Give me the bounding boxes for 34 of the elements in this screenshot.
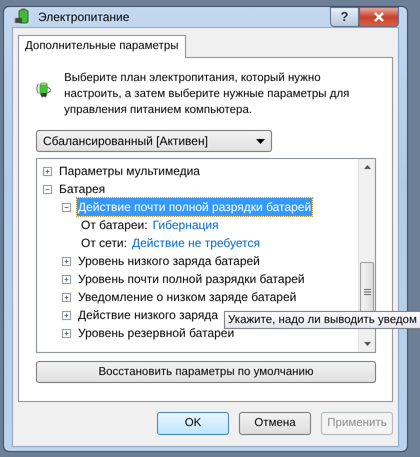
dropdown-arrow-icon [256, 138, 265, 144]
expand-icon[interactable] [62, 310, 71, 320]
setting-label: От сети: [81, 235, 127, 252]
dialog-button[interactable]: OK [157, 412, 229, 436]
window-title: Электропитание [38, 9, 130, 26]
setting-label: От батареи: [81, 217, 148, 234]
expand-icon[interactable] [62, 292, 71, 302]
dropdown-value: Сбалансированный [Активен] [43, 133, 208, 150]
tree-item[interactable]: Параметры мультимедиа [58, 162, 201, 180]
tree-item[interactable]: Уровень низкого заряда батарей [77, 252, 261, 270]
close-icon [373, 12, 385, 22]
scroll-up-icon[interactable] [364, 165, 370, 170]
grip-icon [364, 289, 370, 296]
tab[interactable]: Дополнительные параметры [18, 35, 186, 58]
tree-item[interactable]: Уровень почти полной разрядки батарей [77, 270, 306, 288]
expand-icon[interactable] [43, 166, 52, 176]
tree-item[interactable]: Уведомление о низком заряде батарей [77, 288, 298, 306]
scroll-down-icon[interactable] [364, 342, 370, 346]
help-button[interactable]: ? [330, 7, 359, 27]
setting-value-link[interactable]: Гибернация [152, 216, 219, 234]
expand-icon[interactable] [62, 328, 71, 338]
tree-item[interactable]: Действие низкого заряда [77, 306, 219, 324]
close-button[interactable] [359, 7, 399, 27]
collapse-icon[interactable] [62, 202, 71, 212]
tree-item[interactable]: Батарея [58, 180, 106, 198]
expand-icon[interactable] [62, 274, 71, 284]
setting-value-link[interactable]: Действие не требуется [132, 234, 260, 252]
plan-dropdown[interactable]: Сбалансированный [Активен] [36, 130, 272, 152]
description-text: Выберите план электропитания, который нужно настроить, а затем выберите нужные параметры для управления питанием компьютера. [64, 71, 350, 118]
tooltip: Укажите, надо ли выводить уведом [224, 311, 420, 329]
dialog-button[interactable]: Отмена [239, 412, 311, 436]
restore-defaults-button[interactable]: Восстановить параметры по умолчанию [36, 361, 376, 384]
collapse-icon[interactable] [43, 184, 52, 194]
expand-icon[interactable] [62, 256, 71, 266]
